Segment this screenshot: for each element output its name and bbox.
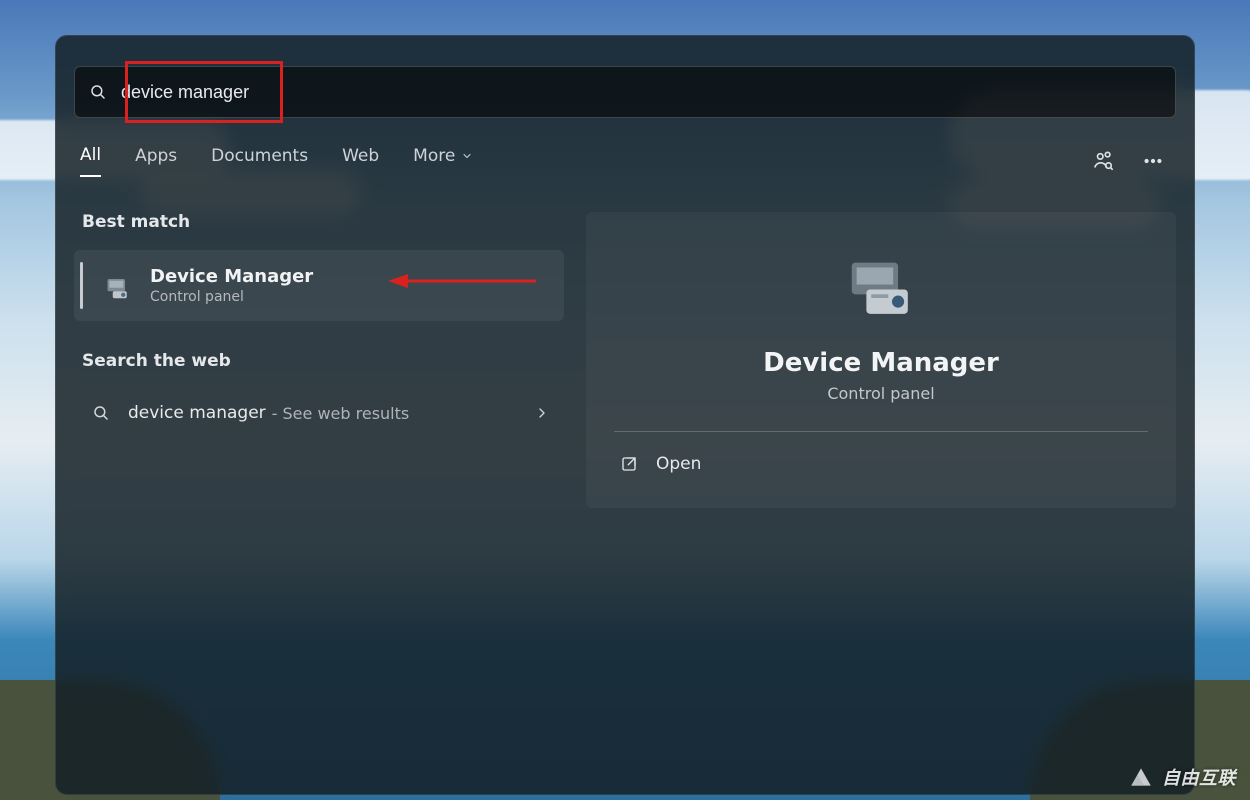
preview-subtitle: Control panel (614, 384, 1148, 403)
chevron-right-icon (534, 405, 550, 421)
search-icon (92, 404, 110, 422)
preview-pane: Device Manager Control panel Open (586, 212, 1176, 508)
open-icon (620, 455, 638, 473)
ellipsis-icon (1142, 150, 1164, 172)
tab-apps[interactable]: Apps (135, 145, 177, 177)
preview-title: Device Manager (614, 348, 1148, 378)
filter-tabs: All Apps Documents Web More (74, 144, 1176, 178)
result-subtitle: Control panel (150, 289, 313, 305)
search-panel: All Apps Documents Web More B (55, 35, 1195, 795)
tab-web[interactable]: Web (342, 145, 379, 177)
more-options-button[interactable] (1136, 144, 1170, 178)
action-open[interactable]: Open (614, 440, 1148, 488)
search-bar[interactable] (74, 66, 1176, 118)
device-manager-icon (104, 272, 132, 300)
device-manager-icon-large (842, 248, 920, 326)
tab-documents[interactable]: Documents (211, 145, 308, 177)
result-title: Device Manager (150, 266, 313, 287)
tab-all[interactable]: All (80, 145, 101, 177)
action-open-label: Open (656, 454, 701, 474)
section-search-web: Search the web (82, 351, 564, 371)
tab-more[interactable]: More (413, 145, 473, 177)
selection-indicator (80, 262, 83, 309)
search-icon (89, 83, 107, 101)
watermark: 自由互联 (1128, 764, 1236, 790)
chevron-down-icon (461, 150, 473, 162)
annotation-arrow (388, 268, 538, 294)
org-search-icon (1092, 150, 1114, 172)
result-device-manager[interactable]: Device Manager Control panel (74, 250, 564, 321)
web-result-query: device manager (128, 403, 266, 423)
org-search-button[interactable] (1086, 144, 1120, 178)
web-result-device-manager[interactable]: device manager - See web results (74, 389, 564, 437)
search-input[interactable] (107, 82, 1161, 103)
web-result-hint: - See web results (272, 404, 410, 423)
section-best-match: Best match (82, 212, 564, 232)
